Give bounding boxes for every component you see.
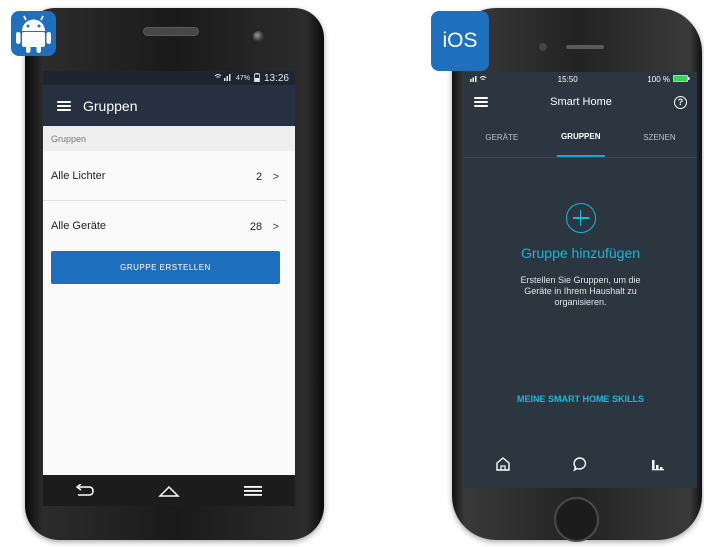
empty-state: Gruppe hinzufügen Erstellen Sie Gruppen,… xyxy=(464,203,697,308)
status-time: 15:50 xyxy=(557,74,578,84)
nav-bar: Smart Home ? xyxy=(464,86,697,118)
battery-icon xyxy=(673,74,691,84)
chevron-right-icon: > xyxy=(272,170,279,183)
ios-badge: iOS xyxy=(431,11,489,71)
iphone-frame: 15:50 100 % Smart Home ? GERÄTE GRUPPEN … xyxy=(452,8,702,542)
tab-gruppen[interactable]: GRUPPEN xyxy=(556,118,605,157)
wifi-signal-icon xyxy=(214,73,232,83)
battery-icon xyxy=(254,72,260,84)
empty-state-description: Erstellen Sie Gruppen, um die Geräte in … xyxy=(520,275,641,307)
tab-szenen[interactable]: SZENEN xyxy=(639,118,679,157)
android-robot-icon xyxy=(11,11,56,56)
list-item-alle-lichter[interactable]: Alle Lichter 2 > xyxy=(43,151,287,201)
tab-bar: GERÄTE GRUPPEN SZENEN xyxy=(464,118,697,158)
list-item-label: Alle Geräte xyxy=(51,220,107,232)
tab-geraete[interactable]: GERÄTE xyxy=(481,118,522,157)
android-phone-frame: 47% 13:26 Gruppen Gruppen Alle Lichter 2… xyxy=(25,8,324,540)
status-time: 13:26 xyxy=(263,72,289,84)
list-item-count: 2 xyxy=(255,170,263,183)
battery-percent: 100 % xyxy=(647,74,670,84)
page-title: Gruppen xyxy=(83,97,138,114)
home-button[interactable] xyxy=(554,497,599,542)
app-bar: Gruppen xyxy=(43,85,295,126)
speaker-grille xyxy=(143,27,199,36)
smart-home-skills-link[interactable]: MEINE SMART HOME SKILLS xyxy=(464,394,697,404)
help-icon[interactable]: ? xyxy=(674,95,687,109)
ios-screen: 15:50 100 % Smart Home ? GERÄTE GRUPPEN … xyxy=(464,72,697,488)
front-camera xyxy=(539,43,547,51)
menu-icon[interactable] xyxy=(242,483,264,499)
list-item-alle-geraete[interactable]: Alle Geräte 28 > xyxy=(43,201,287,251)
create-group-button[interactable]: GRUPPE ERSTELLEN xyxy=(51,251,280,284)
status-bar: 15:50 100 % xyxy=(464,72,697,86)
hamburger-menu-icon[interactable] xyxy=(474,97,488,107)
speaker-grille xyxy=(566,45,604,49)
home-icon[interactable] xyxy=(158,483,180,499)
bottom-nav xyxy=(464,444,697,488)
comparison-stage: 47% 13:26 Gruppen Gruppen Alle Lichter 2… xyxy=(0,0,704,547)
front-camera xyxy=(253,31,264,42)
signal-wifi-icon xyxy=(470,75,488,84)
list-item-label: Alle Lichter xyxy=(51,169,106,182)
system-nav-bar xyxy=(43,475,295,506)
chat-bubble-icon[interactable] xyxy=(572,456,588,477)
back-icon[interactable] xyxy=(74,483,96,499)
add-group-heading[interactable]: Gruppe hinzufügen xyxy=(464,245,697,261)
section-header: Gruppen xyxy=(43,127,295,151)
battery-percent: 47% xyxy=(235,74,250,82)
page-title: Smart Home xyxy=(550,96,612,108)
chevron-right-icon: > xyxy=(272,221,279,233)
android-screen: 47% 13:26 Gruppen Gruppen Alle Lichter 2… xyxy=(43,71,295,506)
status-bar: 47% 13:26 xyxy=(43,71,295,85)
home-icon[interactable] xyxy=(495,456,511,477)
list-item-count: 28 xyxy=(249,221,263,233)
activity-icon[interactable] xyxy=(650,456,666,477)
groups-list: Gruppen Alle Lichter 2 > Alle Geräte 28 … xyxy=(43,127,295,475)
add-circle-icon[interactable] xyxy=(565,203,596,233)
hamburger-menu-icon[interactable] xyxy=(57,100,71,111)
